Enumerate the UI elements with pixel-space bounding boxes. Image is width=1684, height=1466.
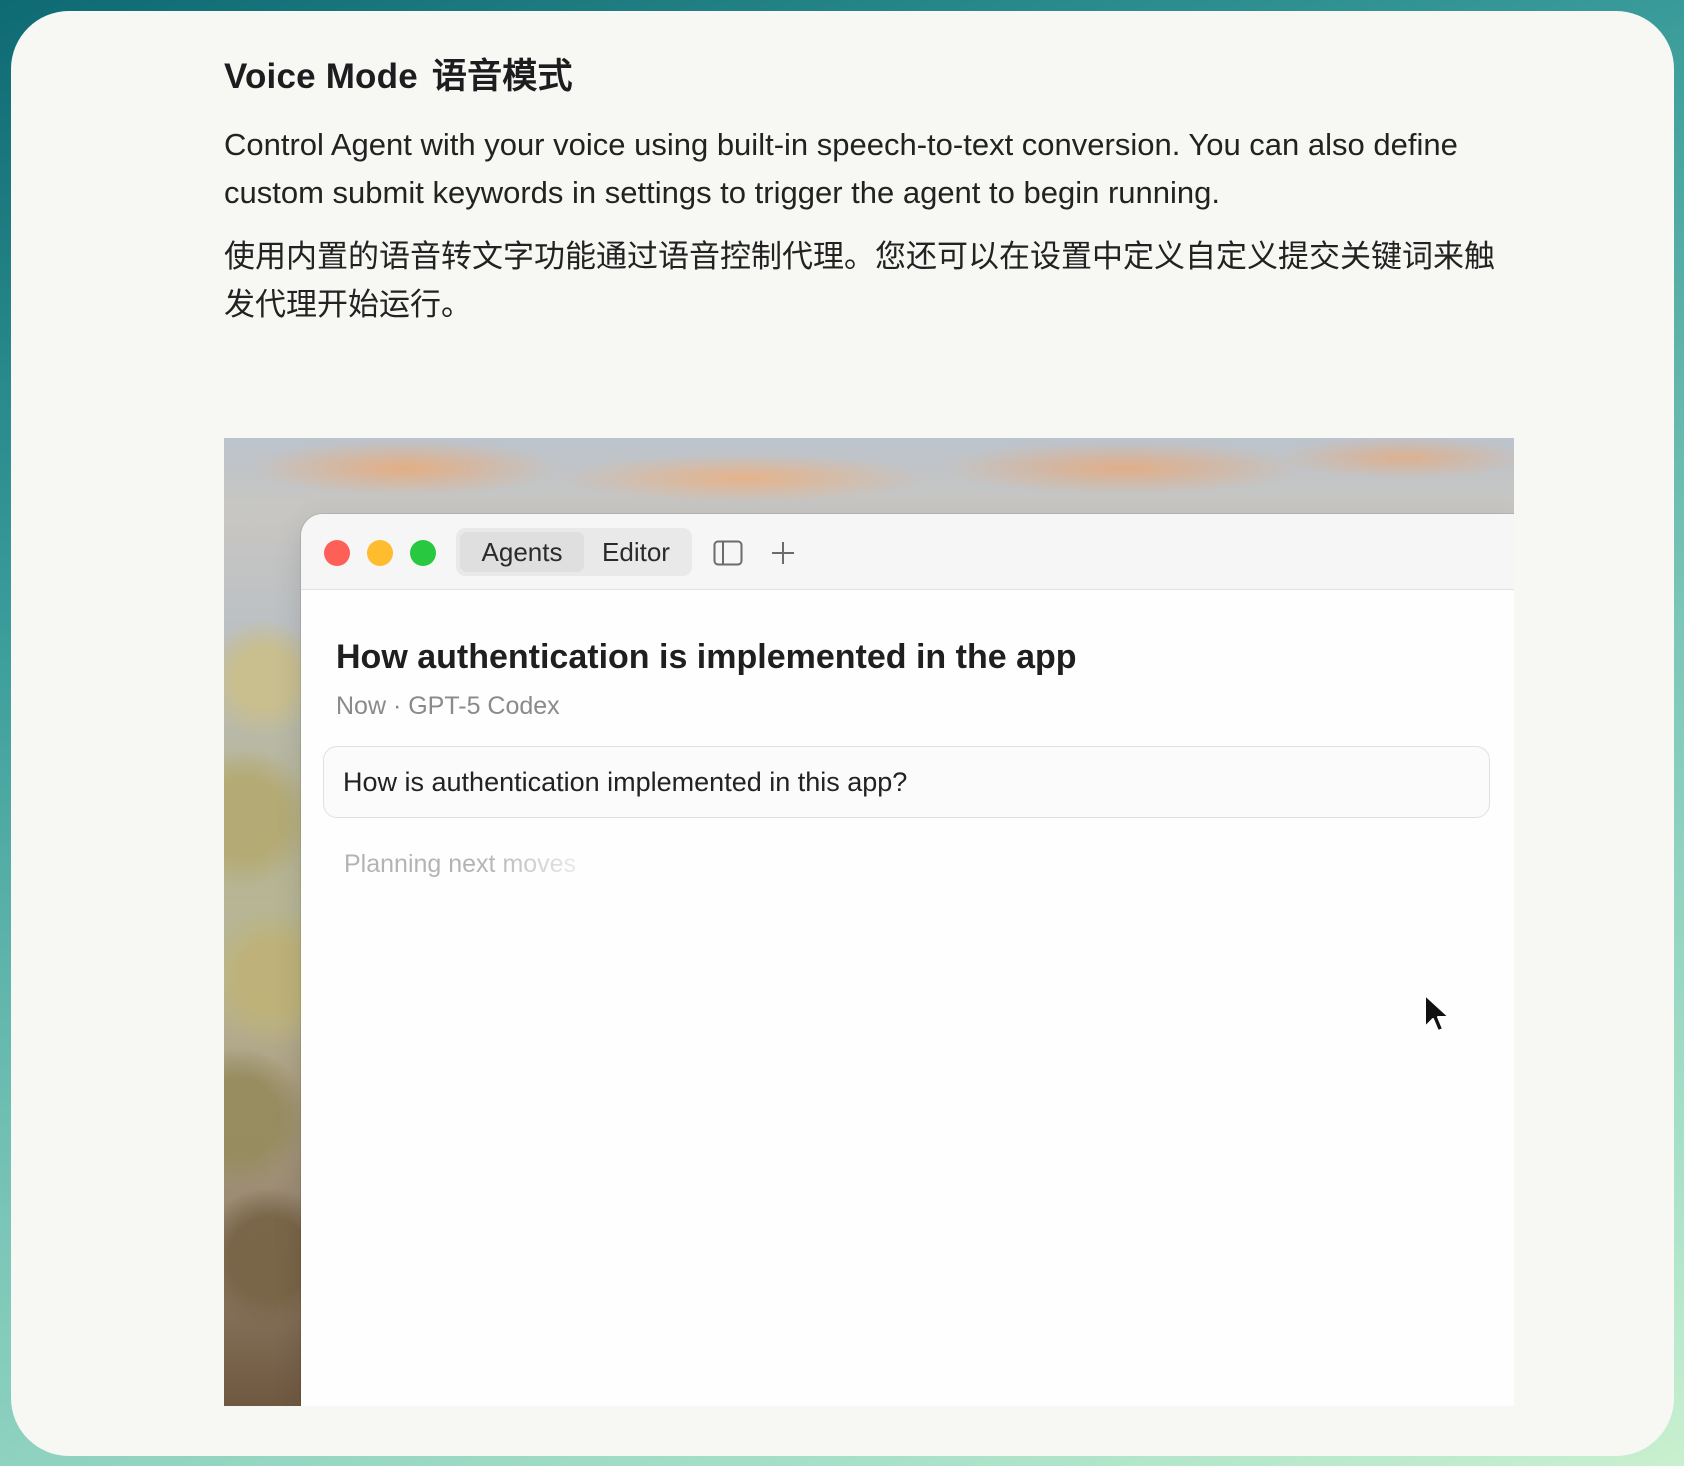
heading-zh: 语音模式 xyxy=(431,57,573,96)
conversation-pane: How authentication is implemented in the… xyxy=(301,590,1514,882)
description-en: Control Agent with your voice using buil… xyxy=(224,127,1458,210)
content-card: Voice Mode 语音模式 Control Agent with your v… xyxy=(11,11,1674,1456)
window-titlebar: Agents Editor xyxy=(301,514,1514,590)
user-prompt-bubble[interactable]: How is authentication implemented in thi… xyxy=(323,746,1490,818)
close-button[interactable] xyxy=(324,540,350,566)
conversation-title: How authentication is implemented in the… xyxy=(336,638,1077,676)
description-zh: 使用内置的语音转文字功能通过语音控制代理。您还可以在设置中定义自定义提交关键词来… xyxy=(224,239,1495,322)
mode-switcher: Agents Editor xyxy=(456,528,692,576)
background-trees xyxy=(224,558,304,1406)
section-heading: Voice Mode 语音模式 xyxy=(224,51,1514,103)
plus-icon[interactable] xyxy=(768,538,798,568)
section-content: Voice Mode 语音模式 Control Agent with your v… xyxy=(224,51,1514,329)
conversation-meta: Now · GPT-5 Codex xyxy=(336,692,560,720)
tab-agents[interactable]: Agents xyxy=(460,532,584,572)
demo-media: Agents Editor How authentication is impl… xyxy=(224,438,1514,1406)
app-window: Agents Editor How authentication is impl… xyxy=(301,514,1514,1406)
sidebar-toggle-icon[interactable] xyxy=(713,538,743,568)
minimize-button[interactable] xyxy=(367,540,393,566)
heading-en: Voice Mode xyxy=(224,57,418,96)
zoom-button[interactable] xyxy=(410,540,436,566)
agent-status: Planning next moves xyxy=(344,846,576,882)
mouse-cursor-icon xyxy=(1424,994,1450,1032)
tab-editor[interactable]: Editor xyxy=(584,532,688,572)
